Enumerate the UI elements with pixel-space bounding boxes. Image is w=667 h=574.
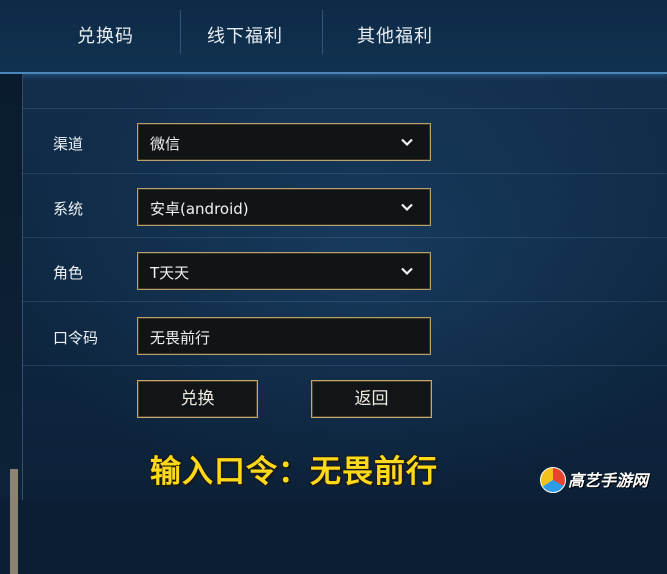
row-divider xyxy=(22,301,667,302)
left-side-panel xyxy=(0,74,23,574)
chevron-down-icon xyxy=(401,267,413,276)
system-select[interactable]: 安卓(android) xyxy=(137,188,431,226)
system-label: 系统 xyxy=(53,200,84,218)
redeem-button[interactable]: 兑换 xyxy=(137,380,258,418)
chevron-down-icon xyxy=(401,203,413,212)
row-divider xyxy=(22,108,667,109)
tab-divider xyxy=(322,10,323,54)
left-accent-bar xyxy=(10,469,18,574)
tab-divider xyxy=(180,10,181,54)
role-select[interactable]: T天天 xyxy=(137,252,431,290)
overlay-caption: 输入口令：无畏前行 xyxy=(150,454,438,490)
watermark-logo-icon xyxy=(540,467,566,493)
password-input[interactable]: 无畏前行 xyxy=(137,317,431,355)
back-button[interactable]: 返回 xyxy=(311,380,432,418)
chevron-down-icon xyxy=(401,138,413,147)
tab-other-benefits[interactable]: 其他福利 xyxy=(357,22,433,48)
system-value: 安卓(android) xyxy=(150,200,249,218)
watermark-text: 高艺手游网 xyxy=(568,471,649,490)
row-divider xyxy=(22,365,667,366)
password-value: 无畏前行 xyxy=(150,329,211,347)
tab-bar: 兑换码 线下福利 其他福利 xyxy=(0,0,667,74)
password-label: 口令码 xyxy=(53,329,99,347)
channel-label: 渠道 xyxy=(53,135,84,153)
role-label: 角色 xyxy=(53,264,84,282)
row-divider xyxy=(22,173,667,174)
game-screen: 兑换码 线下福利 其他福利 渠道 微信 系统 安卓(android) 角色 T天… xyxy=(0,0,667,574)
role-value: T天天 xyxy=(150,264,190,282)
channel-value: 微信 xyxy=(150,135,181,153)
channel-select[interactable]: 微信 xyxy=(137,123,431,161)
tab-offline-benefits[interactable]: 线下福利 xyxy=(207,22,283,48)
row-divider xyxy=(22,237,667,238)
tab-redeem-code[interactable]: 兑换码 xyxy=(77,22,134,48)
